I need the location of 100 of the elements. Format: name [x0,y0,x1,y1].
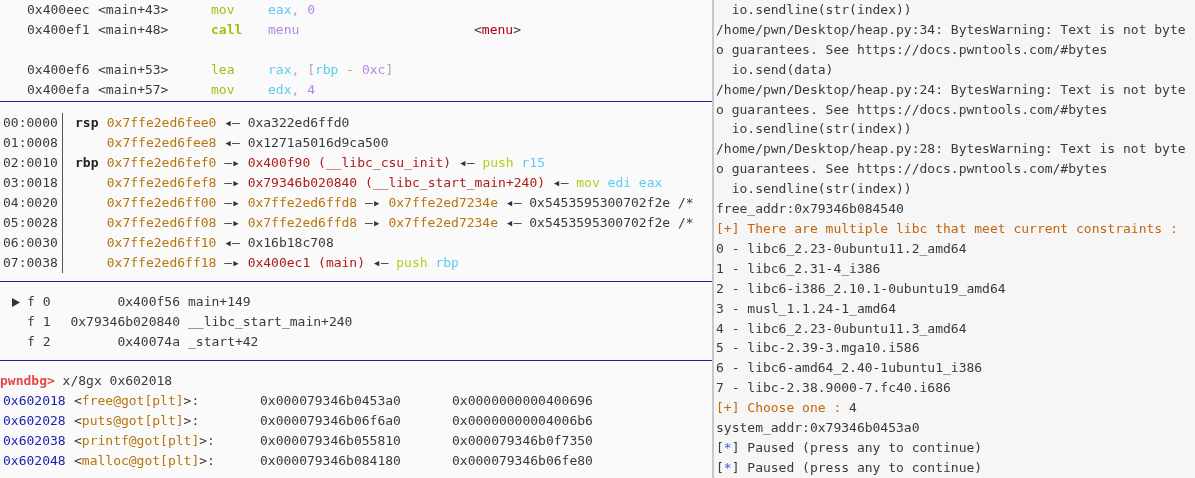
symbol-text: <main+57> [98,81,170,99]
output-line: io.sendline(str(index)) [730,120,912,139]
symbol-text: <main+53> [98,61,170,79]
arrow-text: ◂— [505,214,522,232]
output-line: 4 - libc6_2.23-0ubuntu11.3_amd64 [716,319,967,338]
address-text: 0x400eec [27,1,91,19]
stack-pointer-text: 0x7ffe2ed6ffd8 [247,214,358,232]
arrow-text: —▸ [224,194,240,212]
output-line: o guarantees. See https://docs.pwntools.com/#bytes [716,160,1108,179]
frame-text: f 0 [27,293,51,311]
prompt-text: pwndbg> [0,373,55,388]
output-line: /home/pwn/Desktop/heap.py:34: BytesWarning: Text is not byte [716,20,1186,39]
code-pointer-text: 0x400ec1 (main) [247,254,366,272]
stack-pointer-text: 0x7ffe2ed7234e [388,214,499,232]
mnemonic-text: call [211,21,244,39]
comment-text: <menu> [474,21,521,39]
register-text: rsp [75,115,99,130]
operand-text: eax, 0 [268,1,315,19]
stack-pointer-text: 0x7ffe2ed6fee0 [106,114,217,132]
output-line: free_addr:0x79346b084540 [716,200,904,219]
output-line: 1 - libc6_2.31-4_i386 [716,259,881,278]
arrow-text: —▸ [224,214,240,232]
output-line: io.sendline(str(index)) [730,180,912,199]
mnemonic-text: mov [211,1,236,19]
frame-text: f 1 [27,313,51,331]
output-line: o guarantees. See https://docs.pwntools.com/#bytes [716,40,1108,59]
value-text: 0x5453595300702f2e /* [529,214,694,232]
output-line: 5 - libc-2.39-3.mga10.i586 [716,339,920,358]
address-text: 0x400ef6 [27,61,91,79]
arrow-text: ◂— [224,234,240,252]
offset-text: 01:0008 [0,133,63,153]
value-text: 0x000079346b0453a0 [260,393,401,408]
symbol-text: <puts@got[plt]>: [74,412,200,430]
operand-text: edx, 4 [268,81,315,99]
register-text: rbp [435,254,459,272]
output-line: system_addr:0x79346b0453a0 [716,419,920,438]
mnemonic-text: lea [211,61,236,79]
code-pointer-text: 0x79346b020840 (__libc_start_main+240) [247,174,546,192]
instruction-text: push [396,254,428,272]
code-pointer-text: 0x400f90 (__libc_csu_init) [247,154,452,172]
mnemonic-text: mov [211,81,236,99]
arrow-text: —▸ [365,214,381,232]
offset-text: 06:0030 [0,233,63,253]
arrow-text: —▸ [224,174,240,192]
symbol-text: <printf@got[plt]>: [74,432,215,450]
output-line: 2 - libc6-i386_2.10.1-0ubuntu19_amd64 [716,279,1006,298]
value-text: 0x000079346b0f7350 [452,433,593,448]
symbol-text: main+149 [188,293,252,311]
address-text: 0x40074a [117,334,180,349]
operand-text: menu [268,21,300,39]
symbol-text: __libc_start_main+240 [188,313,354,331]
value-text: 0x000079346b06f6a0 [260,413,401,428]
arrow-text: ◂— [552,174,569,192]
output-line: [+] Choose one : 4 [716,399,857,418]
arrow-text: ◂— [458,154,475,172]
output-line: [+] There are multiple libc that meet current constraints : [716,219,1178,238]
stack-pointer-text: 0x7ffe2ed6fef8 [106,174,217,192]
register-text: r15 [521,154,545,172]
stack-pointer-text: 0x7ffe2ed6ff00 [106,194,217,212]
arrow-text: —▸ [224,254,240,272]
output-line: io.sendline(str(index)) [730,1,912,19]
output-line: io.send(data) [730,60,834,79]
stack-pointer-text: 0x7ffe2ed6ff08 [106,214,217,232]
stack-pointer-text: 0x7ffe2ed6ff10 [106,234,217,252]
address-text: 0x400ef1 [27,21,91,39]
arrow-text: —▸ [224,154,240,172]
value-text: 0xa322ed6ffd0 [247,114,350,132]
output-line: o guarantees. See https://docs.pwntools.com/#bytes [716,100,1108,119]
arrow-text: ◂— [224,114,240,132]
address-text: 0x602018 [3,392,67,410]
arrow-text: ◂— [224,134,240,152]
stack-pointer-text: 0x7ffe2ed7234e [388,194,499,212]
instruction-text: mov [576,174,600,192]
address-text: 0x602038 [3,432,67,450]
offset-text: 03:0018 [0,173,63,193]
value-text: 0x000079346b06fe80 [452,453,593,468]
stack-pointer-text: 0x7ffe2ed6fef0 [106,154,217,172]
register-text: edi [607,174,632,192]
value-text: 0x1271a5016d9ca500 [247,134,389,152]
address-text: 0x400f56 [117,294,180,309]
stack-pointer-text: 0x7ffe2ed6ffd8 [247,194,358,212]
offset-text: 04:0020 [0,193,63,213]
output-line: 7 - libc-2.38.9000-7.fc40.i686 [716,379,951,398]
output-line: [*] Paused (press any to continue) [716,438,983,457]
stack-pointer-text: 0x7ffe2ed6fee8 [106,134,217,152]
symbol-text: <main+43> [98,1,170,19]
offset-text: 02:0010 [0,153,63,173]
address-text: 0x602028 [3,412,67,430]
offset-text: 07:0038 [0,253,63,273]
output-line: 3 - musl_1.1.24-1_amd64 [716,299,896,318]
output-line: 6 - libc6-amd64_2.40-1ubuntu1_i386 [716,359,983,378]
command-text: x/8gx 0x602018 [62,373,173,388]
address-text: 0x400efa [27,81,91,99]
instruction-text: push [482,154,514,172]
value-text: 0x5453595300702f2e /* [529,194,694,212]
value-text: 0x000079346b084180 [260,453,401,468]
symbol-text: <free@got[plt]>: [74,392,200,410]
symbol-text: _start+42 [188,333,260,351]
value-text: 0x16b18c708 [247,234,334,252]
output-line: 0 - libc6_2.23-0ubuntu11.2_amd64 [716,239,967,258]
